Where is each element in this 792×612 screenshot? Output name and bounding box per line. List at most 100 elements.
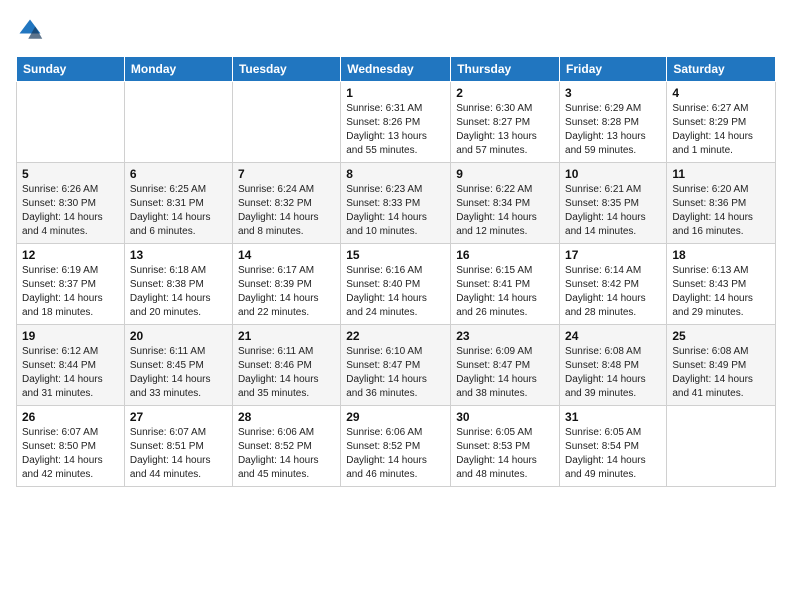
- day-info: Sunrise: 6:25 AM Sunset: 8:31 PM Dayligh…: [130, 183, 227, 239]
- day-info: Sunrise: 6:06 AM Sunset: 8:52 PM Dayligh…: [346, 426, 445, 482]
- day-info: Sunrise: 6:10 AM Sunset: 8:47 PM Dayligh…: [346, 345, 445, 401]
- day-number: 5: [22, 167, 119, 181]
- day-of-week-header: Tuesday: [232, 57, 340, 82]
- calendar-cell: [667, 406, 776, 487]
- day-number: 18: [672, 248, 770, 262]
- calendar-cell: 28Sunrise: 6:06 AM Sunset: 8:52 PM Dayli…: [232, 406, 340, 487]
- day-info: Sunrise: 6:15 AM Sunset: 8:41 PM Dayligh…: [456, 264, 554, 320]
- day-of-week-header: Sunday: [17, 57, 125, 82]
- day-number: 29: [346, 410, 445, 424]
- day-number: 15: [346, 248, 445, 262]
- day-number: 1: [346, 86, 445, 100]
- day-number: 6: [130, 167, 227, 181]
- calendar-cell: 12 Sunrise: 6:19 AM Sunset: 8:37 PM Dayli…: [17, 244, 125, 325]
- calendar-cell: 15Sunrise: 6:16 AM Sunset: 8:40 PM Dayli…: [341, 244, 451, 325]
- day-number: 14: [238, 248, 335, 262]
- page-header: [16, 16, 776, 44]
- calendar-cell: 2 Sunrise: 6:30 AM Sunset: 8:27 PM Daylig…: [451, 82, 560, 163]
- calendar-cell: 24 Sunrise: 6:08 AM Sunset: 8:48 PM Dayli…: [560, 325, 667, 406]
- calendar-cell: 16 Sunrise: 6:15 AM Sunset: 8:41 PM Dayli…: [451, 244, 560, 325]
- day-number: 13: [130, 248, 227, 262]
- day-number: 21: [238, 329, 335, 343]
- calendar-cell: 29 Sunrise: 6:06 AM Sunset: 8:52 PM Dayli…: [341, 406, 451, 487]
- calendar-week-row: 1 Sunrise: 6:31 AM Sunset: 8:26 PM Daylig…: [17, 82, 776, 163]
- day-info: Sunrise: 6:06 AM Sunset: 8:52 PM Dayligh…: [238, 426, 335, 482]
- calendar-cell: 7 Sunrise: 6:24 AM Sunset: 8:32 PM Daylig…: [232, 163, 340, 244]
- calendar-cell: 11 Sunrise: 6:20 AM Sunset: 8:36 PM Dayli…: [667, 163, 776, 244]
- day-of-week-header: Wednesday: [341, 57, 451, 82]
- day-number: 12: [22, 248, 119, 262]
- calendar-cell: 19 Sunrise: 6:12 AM Sunset: 8:44 PM Dayli…: [17, 325, 125, 406]
- day-info: Sunrise: 6:19 AM Sunset: 8:37 PM Dayligh…: [22, 264, 119, 320]
- day-info: Sunrise: 6:05 AM Sunset: 8:53 PM Dayligh…: [456, 426, 554, 482]
- day-info: Sunrise: 6:17 AM Sunset: 8:39 PM Dayligh…: [238, 264, 335, 320]
- calendar-cell: 6 Sunrise: 6:25 AM Sunset: 8:31 PM Daylig…: [124, 163, 232, 244]
- day-info: Sunrise: 6:27 AM Sunset: 8:29 PM Dayligh…: [672, 102, 770, 158]
- day-info: Sunrise: 6:30 AM Sunset: 8:27 PM Dayligh…: [456, 102, 554, 158]
- calendar-cell: [232, 82, 340, 163]
- day-number: 10: [565, 167, 661, 181]
- calendar-cell: 10Sunrise: 6:21 AM Sunset: 8:35 PM Dayli…: [560, 163, 667, 244]
- day-of-week-header: Friday: [560, 57, 667, 82]
- calendar-cell: 20 Sunrise: 6:11 AM Sunset: 8:45 PM Dayli…: [124, 325, 232, 406]
- calendar-cell: 26 Sunrise: 6:07 AM Sunset: 8:50 PM Dayli…: [17, 406, 125, 487]
- day-info: Sunrise: 6:11 AM Sunset: 8:45 PM Dayligh…: [130, 345, 227, 401]
- day-number: 24: [565, 329, 661, 343]
- day-info: Sunrise: 6:20 AM Sunset: 8:36 PM Dayligh…: [672, 183, 770, 239]
- day-info: Sunrise: 6:18 AM Sunset: 8:38 PM Dayligh…: [130, 264, 227, 320]
- day-number: 23: [456, 329, 554, 343]
- day-number: 3: [565, 86, 661, 100]
- day-info: Sunrise: 6:12 AM Sunset: 8:44 PM Dayligh…: [22, 345, 119, 401]
- calendar-cell: 27 Sunrise: 6:07 AM Sunset: 8:51 PM Dayli…: [124, 406, 232, 487]
- day-info: Sunrise: 6:08 AM Sunset: 8:48 PM Dayligh…: [565, 345, 661, 401]
- day-info: Sunrise: 6:23 AM Sunset: 8:33 PM Dayligh…: [346, 183, 445, 239]
- day-number: 16: [456, 248, 554, 262]
- calendar-week-row: 19 Sunrise: 6:12 AM Sunset: 8:44 PM Dayli…: [17, 325, 776, 406]
- day-number: 20: [130, 329, 227, 343]
- day-number: 30: [456, 410, 554, 424]
- day-info: Sunrise: 6:13 AM Sunset: 8:43 PM Dayligh…: [672, 264, 770, 320]
- calendar-cell: 3 Sunrise: 6:29 AM Sunset: 8:28 PM Daylig…: [560, 82, 667, 163]
- day-number: 17: [565, 248, 661, 262]
- calendar-cell: 9 Sunrise: 6:22 AM Sunset: 8:34 PM Daylig…: [451, 163, 560, 244]
- logo: [16, 16, 48, 44]
- day-info: Sunrise: 6:11 AM Sunset: 8:46 PM Dayligh…: [238, 345, 335, 401]
- calendar-week-row: 26 Sunrise: 6:07 AM Sunset: 8:50 PM Dayli…: [17, 406, 776, 487]
- day-number: 19: [22, 329, 119, 343]
- calendar-week-row: 5 Sunrise: 6:26 AM Sunset: 8:30 PM Daylig…: [17, 163, 776, 244]
- calendar-cell: 18 Sunrise: 6:13 AM Sunset: 8:43 PM Dayli…: [667, 244, 776, 325]
- day-of-week-header: Saturday: [667, 57, 776, 82]
- day-info: Sunrise: 6:07 AM Sunset: 8:51 PM Dayligh…: [130, 426, 227, 482]
- calendar-cell: 1 Sunrise: 6:31 AM Sunset: 8:26 PM Daylig…: [341, 82, 451, 163]
- day-info: Sunrise: 6:24 AM Sunset: 8:32 PM Dayligh…: [238, 183, 335, 239]
- day-number: 7: [238, 167, 335, 181]
- day-number: 31: [565, 410, 661, 424]
- day-info: Sunrise: 6:29 AM Sunset: 8:28 PM Dayligh…: [565, 102, 661, 158]
- calendar-cell: 14 Sunrise: 6:17 AM Sunset: 8:39 PM Dayli…: [232, 244, 340, 325]
- day-number: 26: [22, 410, 119, 424]
- calendar-cell: 8Sunrise: 6:23 AM Sunset: 8:33 PM Daylig…: [341, 163, 451, 244]
- day-number: 11: [672, 167, 770, 181]
- day-number: 2: [456, 86, 554, 100]
- calendar-week-row: 12 Sunrise: 6:19 AM Sunset: 8:37 PM Dayli…: [17, 244, 776, 325]
- calendar-cell: 25Sunrise: 6:08 AM Sunset: 8:49 PM Dayli…: [667, 325, 776, 406]
- day-info: Sunrise: 6:26 AM Sunset: 8:30 PM Dayligh…: [22, 183, 119, 239]
- day-info: Sunrise: 6:07 AM Sunset: 8:50 PM Dayligh…: [22, 426, 119, 482]
- calendar-cell: [124, 82, 232, 163]
- calendar-cell: 30 Sunrise: 6:05 AM Sunset: 8:53 PM Dayli…: [451, 406, 560, 487]
- day-info: Sunrise: 6:14 AM Sunset: 8:42 PM Dayligh…: [565, 264, 661, 320]
- day-number: 9: [456, 167, 554, 181]
- day-info: Sunrise: 6:22 AM Sunset: 8:34 PM Dayligh…: [456, 183, 554, 239]
- logo-icon: [16, 16, 44, 44]
- day-number: 22: [346, 329, 445, 343]
- calendar-cell: [17, 82, 125, 163]
- day-info: Sunrise: 6:31 AM Sunset: 8:26 PM Dayligh…: [346, 102, 445, 158]
- day-info: Sunrise: 6:09 AM Sunset: 8:47 PM Dayligh…: [456, 345, 554, 401]
- calendar-cell: 31Sunrise: 6:05 AM Sunset: 8:54 PM Dayli…: [560, 406, 667, 487]
- day-info: Sunrise: 6:08 AM Sunset: 8:49 PM Dayligh…: [672, 345, 770, 401]
- day-of-week-header: Monday: [124, 57, 232, 82]
- calendar-cell: 4Sunrise: 6:27 AM Sunset: 8:29 PM Daylig…: [667, 82, 776, 163]
- day-number: 27: [130, 410, 227, 424]
- calendar-cell: 13 Sunrise: 6:18 AM Sunset: 8:38 PM Dayli…: [124, 244, 232, 325]
- calendar-cell: 5 Sunrise: 6:26 AM Sunset: 8:30 PM Daylig…: [17, 163, 125, 244]
